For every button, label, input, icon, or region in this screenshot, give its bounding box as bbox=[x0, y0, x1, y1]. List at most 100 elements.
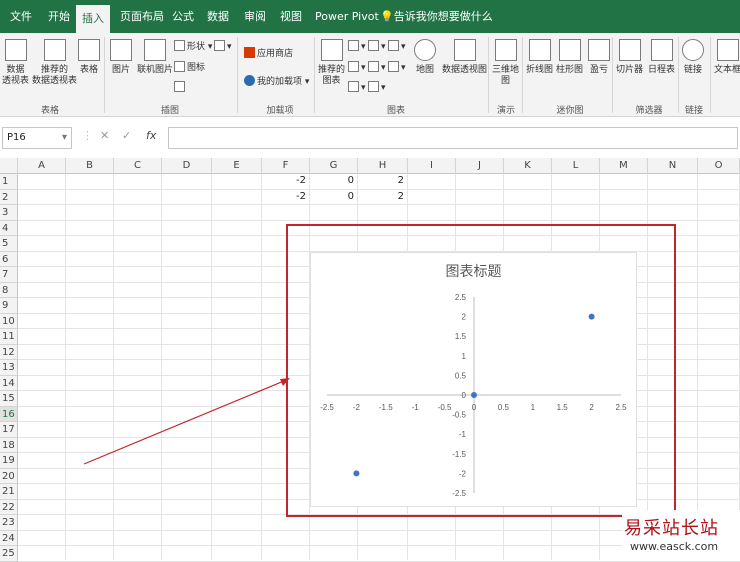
row-header-11[interactable]: 11 bbox=[0, 329, 18, 345]
table-button[interactable]: 表格 bbox=[78, 39, 100, 76]
grid-row-line bbox=[18, 219, 740, 221]
tab-formulas[interactable]: 公式 bbox=[172, 0, 194, 33]
select-all-corner[interactable] bbox=[0, 158, 18, 174]
row-header-18[interactable]: 18 bbox=[0, 437, 18, 453]
row-header-5[interactable]: 5 bbox=[0, 236, 18, 252]
cell-G1[interactable]: 0 bbox=[310, 175, 354, 186]
cell-G2[interactable]: 0 bbox=[310, 191, 354, 202]
column-header-K[interactable]: K bbox=[504, 158, 552, 174]
enter-icon[interactable]: ✓ bbox=[122, 129, 131, 142]
row-header-25[interactable]: 25 bbox=[0, 546, 18, 562]
row-header-2[interactable]: 2 bbox=[0, 189, 18, 205]
column-header-N[interactable]: N bbox=[648, 158, 698, 174]
row-header-10[interactable]: 10 bbox=[0, 313, 18, 329]
link-button[interactable]: 链接 bbox=[682, 39, 704, 76]
scatter-chart-button[interactable]: ▾ bbox=[368, 81, 386, 94]
sparkline-column-button[interactable]: 柱形图 bbox=[556, 39, 583, 76]
picture-button[interactable]: 图片 bbox=[110, 39, 132, 76]
row-header-12[interactable]: 12 bbox=[0, 344, 18, 360]
waterfall-chart-button[interactable]: ▾ bbox=[388, 40, 406, 53]
3d-map-button[interactable]: 三维地图 bbox=[492, 39, 519, 87]
tab-home[interactable]: 开始 bbox=[48, 0, 70, 33]
column-header-O[interactable]: O bbox=[698, 158, 740, 174]
column-header-M[interactable]: M bbox=[600, 158, 648, 174]
pivot-table-icon bbox=[4, 39, 27, 61]
sparkline-line-button[interactable]: 折线图 bbox=[526, 39, 553, 76]
line-chart-button[interactable]: ▾ bbox=[348, 61, 366, 74]
online-picture-button[interactable]: 联机图片 bbox=[137, 39, 173, 76]
row-header-9[interactable]: 9 bbox=[0, 298, 18, 314]
column-header-D[interactable]: D bbox=[162, 158, 212, 174]
formula-input[interactable] bbox=[168, 127, 738, 149]
my-addins-button[interactable]: 我的加载项 ▾ bbox=[244, 75, 309, 88]
sparkline-winloss-button[interactable]: 盈亏 bbox=[588, 39, 610, 76]
row-header-14[interactable]: 14 bbox=[0, 375, 18, 391]
screenshot-button[interactable] bbox=[174, 81, 187, 94]
cell-F1[interactable]: -2 bbox=[262, 175, 306, 186]
online-picture-icon bbox=[144, 39, 166, 61]
group-divider bbox=[612, 37, 613, 113]
x-tick-label: 1 bbox=[531, 403, 536, 412]
recommended-pivot-button[interactable]: 推荐的 数据透视表 bbox=[32, 39, 77, 87]
column-header-J[interactable]: J bbox=[456, 158, 504, 174]
sparkline-line-icon bbox=[528, 39, 551, 61]
hierarchy-chart-button[interactable]: ▾ bbox=[368, 40, 386, 53]
insert-function-icon[interactable]: fx bbox=[146, 129, 156, 142]
row-header-22[interactable]: 22 bbox=[0, 499, 18, 515]
column-chart-button[interactable]: ▾ bbox=[348, 40, 366, 53]
tab-insert[interactable]: 插入 bbox=[76, 5, 110, 33]
tab-file[interactable]: 文件 bbox=[10, 0, 32, 33]
column-header-I[interactable]: I bbox=[408, 158, 456, 174]
row-header-21[interactable]: 21 bbox=[0, 484, 18, 500]
textbox-button[interactable]: 文本框 bbox=[714, 39, 740, 76]
grid-row-line bbox=[18, 188, 740, 190]
column-header-C[interactable]: C bbox=[114, 158, 162, 174]
cancel-icon[interactable]: ✕ bbox=[100, 129, 109, 142]
column-header-B[interactable]: B bbox=[66, 158, 114, 174]
scatter-chart[interactable]: 图表标题 -2.5 -2 -1.5 -1 -0.5 0 0.5 1 1.5 2 2.5 2.5 2 1.5… bbox=[310, 252, 637, 507]
tab-view[interactable]: 视图 bbox=[280, 0, 302, 33]
row-header-1[interactable]: 1 bbox=[0, 174, 18, 190]
tab-review[interactable]: 审阅 bbox=[244, 0, 266, 33]
maps-button[interactable]: 地图 bbox=[414, 39, 436, 76]
pivot-table-button[interactable]: 数据 透视表 bbox=[2, 39, 29, 87]
column-header-H[interactable]: H bbox=[358, 158, 408, 174]
row-header-8[interactable]: 8 bbox=[0, 282, 18, 298]
row-header-24[interactable]: 24 bbox=[0, 530, 18, 546]
smartart-button[interactable]: ▾ bbox=[214, 40, 232, 53]
statistic-chart-button[interactable]: ▾ bbox=[368, 61, 386, 74]
column-header-F[interactable]: F bbox=[262, 158, 310, 174]
row-header-6[interactable]: 6 bbox=[0, 251, 18, 267]
row-header-19[interactable]: 19 bbox=[0, 453, 18, 469]
row-header-4[interactable]: 4 bbox=[0, 220, 18, 236]
row-header-17[interactable]: 17 bbox=[0, 422, 18, 438]
shapes-button[interactable]: 形状 ▾ bbox=[174, 40, 212, 53]
tab-data[interactable]: 数据 bbox=[207, 0, 229, 33]
cell-F2[interactable]: -2 bbox=[262, 191, 306, 202]
column-header-G[interactable]: G bbox=[310, 158, 358, 174]
row-header-13[interactable]: 13 bbox=[0, 360, 18, 376]
timeline-button[interactable]: 日程表 bbox=[648, 39, 675, 76]
combo-chart-button[interactable]: ▾ bbox=[388, 61, 406, 74]
cell-H2[interactable]: 2 bbox=[358, 191, 404, 202]
column-header-A[interactable]: A bbox=[18, 158, 66, 174]
row-header-7[interactable]: 7 bbox=[0, 267, 18, 283]
tell-me-search[interactable]: 💡告诉我你想要做什么 bbox=[380, 0, 493, 33]
row-header-20[interactable]: 20 bbox=[0, 468, 18, 484]
store-button[interactable]: 应用商店 bbox=[244, 47, 293, 60]
tab-page-layout[interactable]: 页面布局 bbox=[120, 0, 164, 33]
slicer-button[interactable]: 切片器 bbox=[616, 39, 643, 76]
name-box[interactable]: P16 ▾ bbox=[2, 127, 72, 149]
tab-power-pivot[interactable]: Power Pivot bbox=[315, 0, 379, 33]
recommended-charts-button[interactable]: 推荐的 图表 bbox=[318, 39, 345, 87]
row-header-3[interactable]: 3 bbox=[0, 205, 18, 221]
row-header-23[interactable]: 23 bbox=[0, 515, 18, 531]
icons-button[interactable]: 图标 bbox=[174, 61, 205, 74]
column-header-E[interactable]: E bbox=[212, 158, 262, 174]
row-header-15[interactable]: 15 bbox=[0, 391, 18, 407]
column-header-L[interactable]: L bbox=[552, 158, 600, 174]
row-header-16[interactable]: 16 bbox=[0, 406, 18, 422]
pie-chart-button[interactable]: ▾ bbox=[348, 81, 366, 94]
cell-H1[interactable]: 2 bbox=[358, 175, 404, 186]
pivot-chart-button[interactable]: 数据透视图 bbox=[442, 39, 487, 76]
